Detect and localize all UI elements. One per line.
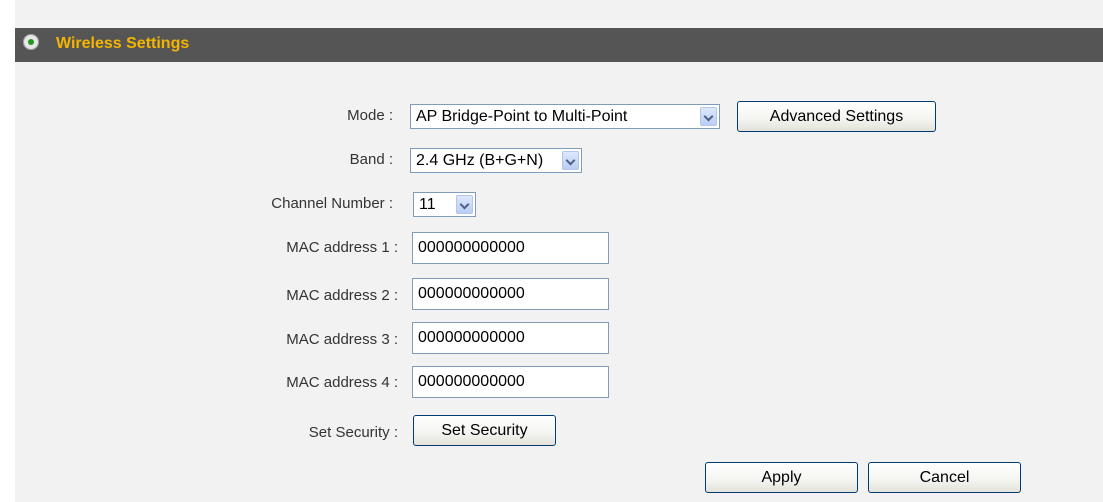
mac-address-3-label: MAC address 3 : bbox=[286, 331, 398, 348]
mac-address-2-input[interactable] bbox=[412, 278, 609, 310]
mode-select-value: AP Bridge-Point to Multi-Point bbox=[416, 108, 628, 125]
mac-address-4-input[interactable] bbox=[412, 366, 609, 398]
set-security-label: Set Security : bbox=[308, 424, 398, 441]
chevron-down-icon[interactable] bbox=[562, 151, 579, 170]
mac-address-4-label: MAC address 4 : bbox=[286, 374, 398, 391]
mac-address-1-input[interactable] bbox=[412, 232, 609, 264]
channel-select-value: 11 bbox=[419, 196, 436, 213]
mac-address-1-label: MAC address 1 : bbox=[286, 239, 398, 256]
section-title: Wireless Settings bbox=[56, 35, 190, 52]
mode-label: Mode : bbox=[347, 107, 393, 124]
mac-address-3-input[interactable] bbox=[412, 322, 609, 354]
mode-select[interactable]: AP Bridge-Point to Multi-Point bbox=[410, 104, 720, 129]
advanced-settings-button[interactable]: Advanced Settings bbox=[737, 101, 936, 132]
band-label: Band : bbox=[349, 151, 393, 168]
band-select-value: 2.4 GHz (B+G+N) bbox=[416, 152, 544, 169]
channel-label: Channel Number : bbox=[271, 195, 393, 212]
apply-button[interactable]: Apply bbox=[705, 462, 858, 493]
band-select[interactable]: 2.4 GHz (B+G+N) bbox=[410, 148, 582, 173]
radio-bullet-icon bbox=[23, 34, 39, 50]
channel-select[interactable]: 11 bbox=[413, 192, 476, 217]
chevron-down-icon[interactable] bbox=[456, 195, 473, 214]
mac-address-2-label: MAC address 2 : bbox=[286, 287, 398, 304]
chevron-down-icon[interactable] bbox=[700, 107, 717, 126]
cancel-button[interactable]: Cancel bbox=[868, 462, 1021, 493]
set-security-button[interactable]: Set Security bbox=[413, 415, 556, 446]
